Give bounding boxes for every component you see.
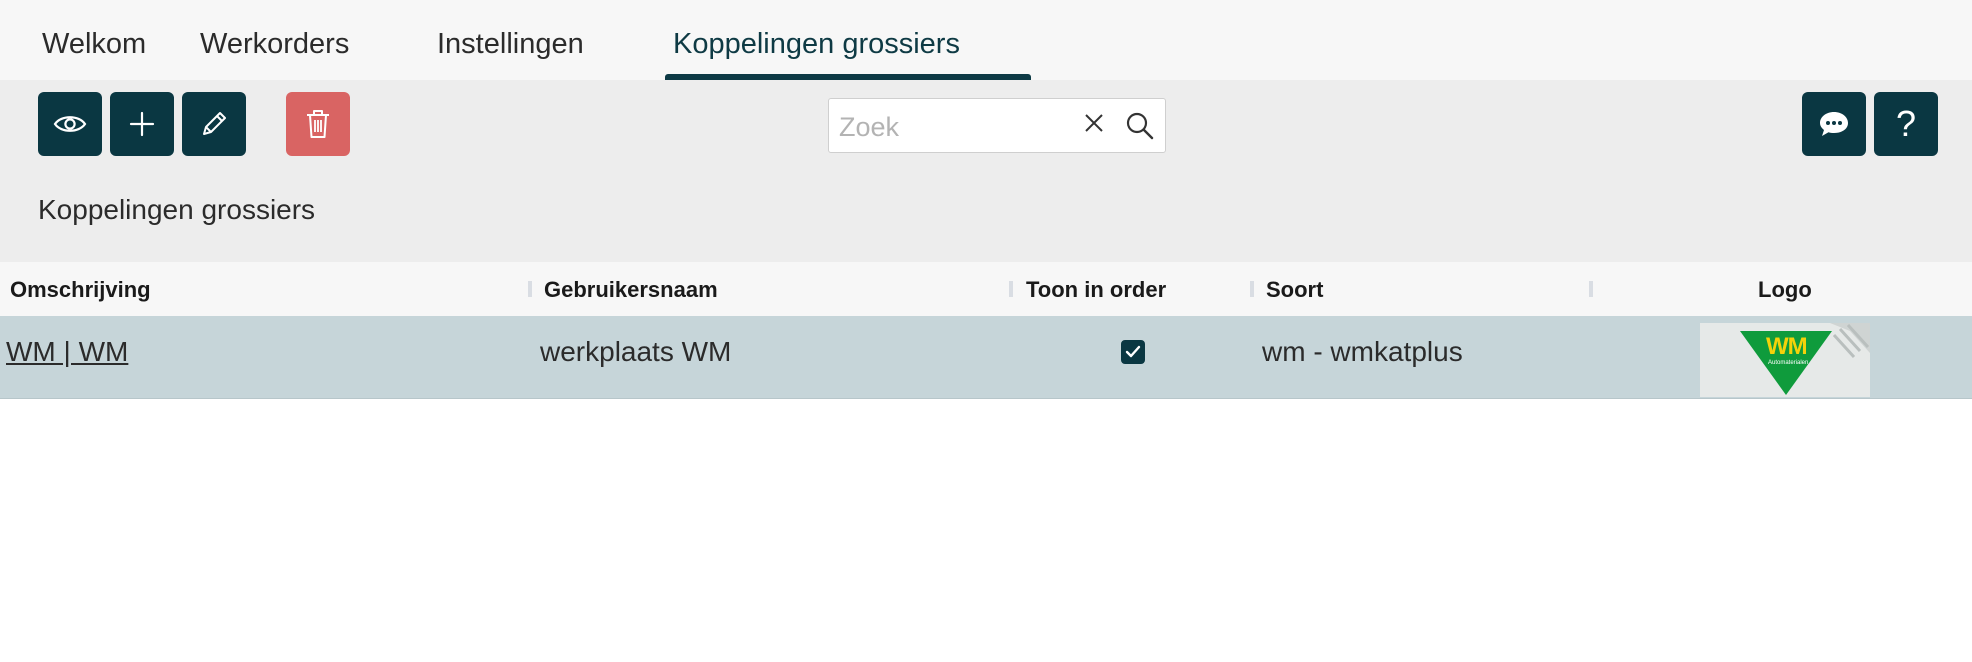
search-icon — [1126, 112, 1154, 140]
column-resize-handle[interactable] — [1250, 281, 1254, 297]
column-resize-handle[interactable] — [1009, 281, 1013, 297]
plus-icon — [129, 111, 155, 137]
toolbar: ? Koppelingen grossiers — [0, 80, 1972, 262]
pencil-icon — [203, 112, 226, 135]
question-icon: ? — [1895, 103, 1917, 144]
wm-logo: WM Automaterialen — [1700, 323, 1870, 397]
search-button[interactable] — [1125, 111, 1155, 146]
tab-instellingen[interactable]: Instellingen — [437, 28, 584, 61]
wm-logo-subtext: Automaterialen — [1768, 360, 1809, 366]
edit-button[interactable] — [182, 92, 246, 156]
view-button[interactable] — [38, 92, 102, 156]
row-soort: wm - wmkatplus — [1262, 336, 1463, 367]
eye-icon — [53, 116, 87, 132]
column-header-logo[interactable]: Logo — [1758, 277, 1812, 303]
delete-button[interactable] — [286, 92, 350, 156]
search-box — [828, 98, 1166, 153]
close-icon — [1085, 114, 1103, 132]
page-title: Koppelingen grossiers — [38, 194, 316, 225]
help-button[interactable]: ? — [1874, 92, 1938, 156]
checkmark-icon — [1125, 345, 1141, 358]
toon-in-order-checkbox[interactable] — [1121, 340, 1145, 364]
column-header-soort[interactable]: Soort — [1266, 277, 1323, 303]
tab-koppelingen-grossiers[interactable]: Koppelingen grossiers — [673, 28, 960, 61]
column-header-toon-in-order[interactable]: Toon in order — [1026, 277, 1166, 303]
column-header-gebruikersnaam[interactable]: Gebruikersnaam — [544, 277, 718, 303]
column-header-omschrijving[interactable]: Omschrijving — [10, 277, 151, 303]
table-header: Omschrijving Gebruikersnaam Toon in orde… — [0, 262, 1972, 316]
tab-werkorders[interactable]: Werkorders — [200, 28, 349, 61]
clear-search-button[interactable] — [1083, 112, 1105, 139]
tab-bar: Welkom Werkorders Instellingen Koppeling… — [0, 0, 1972, 80]
wm-logo-text: WM — [1766, 333, 1808, 360]
chat-icon — [1820, 112, 1848, 136]
row-gebruikersnaam: werkplaats WM — [540, 336, 732, 367]
add-button[interactable] — [110, 92, 174, 156]
tab-welkom[interactable]: Welkom — [42, 28, 146, 61]
trash-icon — [307, 110, 329, 138]
row-omschrijving-link[interactable]: WM | WM — [6, 336, 128, 368]
search-input[interactable] — [837, 107, 1081, 147]
column-resize-handle[interactable] — [528, 281, 532, 297]
chat-button[interactable] — [1802, 92, 1866, 156]
column-resize-handle[interactable] — [1589, 281, 1593, 297]
table-row[interactable]: WM | WM werkplaats WM wm - wmkatplus WM … — [0, 316, 1972, 399]
